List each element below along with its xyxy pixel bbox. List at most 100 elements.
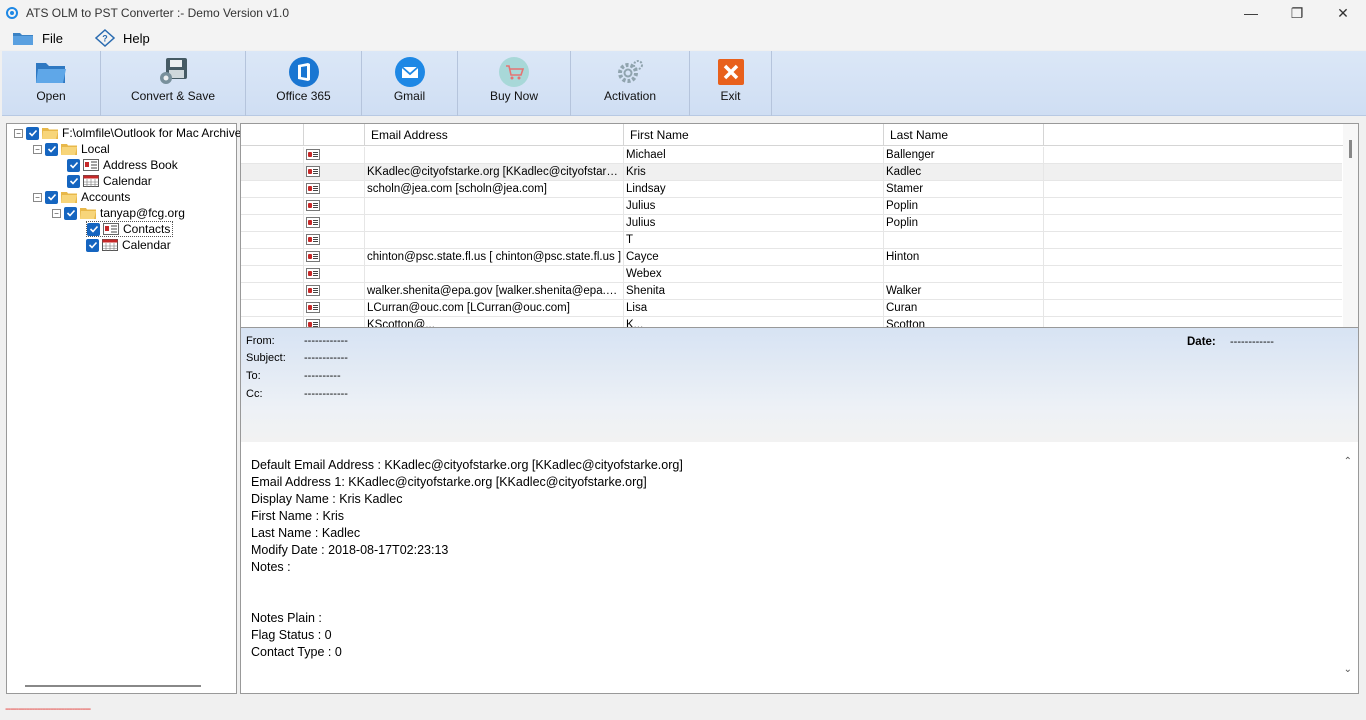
from-value: ------------ (304, 335, 348, 347)
checkbox-calendar-local[interactable] (67, 174, 80, 188)
collapse-icon[interactable]: − (33, 192, 42, 202)
toolbar: Open Convert & Save Office 365 Gmail Buy… (2, 51, 1366, 116)
office365-button[interactable]: Office 365 (246, 51, 362, 116)
gmail-label: Gmail (393, 89, 426, 103)
office365-icon (288, 56, 320, 88)
detail-line: Display Name : Kris Kadlec (251, 492, 403, 506)
cell-icon (304, 317, 365, 327)
activation-label: Activation (603, 89, 657, 103)
cc-label: Cc: (246, 388, 263, 400)
checkbox-calendar-account[interactable] (86, 238, 99, 252)
exit-icon (715, 56, 747, 88)
table-row[interactable]: Michael Ballenger (241, 147, 1342, 164)
folder-icon (61, 144, 77, 155)
scroll-up-icon[interactable]: ⌃ (1344, 456, 1352, 467)
col-header-email[interactable]: Email Address (365, 124, 624, 146)
detail-line: First Name : Kris (251, 509, 345, 523)
checkbox-root[interactable] (26, 126, 39, 140)
detail-line: Flag Status : 0 (251, 628, 332, 642)
tree-item-address-book[interactable]: Address Book (67, 157, 178, 173)
cell-first-name: K... (624, 317, 884, 327)
tree-item-calendar-local[interactable]: Calendar (67, 173, 152, 189)
tree-item-contacts[interactable]: Contacts (86, 221, 174, 237)
table-row[interactable]: LCurran@ouc.com [LCurran@ouc.com] Lisa Cur… (241, 300, 1342, 317)
maximize-button[interactable]: ❐ (1274, 0, 1320, 26)
folder-icon (61, 192, 77, 203)
table-row[interactable]: Julius Poplin (241, 215, 1342, 232)
menu-file[interactable]: File (12, 30, 63, 46)
tree-item-local[interactable]: − Local (33, 141, 110, 157)
cell-icon (304, 198, 365, 215)
close-button[interactable]: ✕ (1320, 0, 1366, 26)
tree-item-accounts[interactable]: − Accounts (33, 189, 130, 205)
tree-label-contacts: Contacts (123, 222, 171, 236)
date-value: ------------ (1230, 336, 1274, 348)
checkbox-accounts[interactable] (45, 190, 58, 204)
menu-help-label: Help (122, 30, 150, 46)
exit-button[interactable]: Exit (690, 51, 772, 116)
checkbox-contacts[interactable] (87, 222, 100, 236)
collapse-icon[interactable]: − (33, 144, 42, 154)
cell-last-name: Poplin (884, 198, 1044, 215)
table-row[interactable]: KKadlec@cityofstarke.org [KKadlec@cityof… (241, 164, 1342, 181)
gmail-button[interactable]: Gmail (362, 51, 458, 116)
collapse-icon[interactable]: − (52, 208, 61, 218)
table-row[interactable]: chinton@psc.state.fl.us [ chinton@psc.st… (241, 249, 1342, 266)
status-bar: -------------------------------- (0, 697, 1366, 720)
tree-label-root: F:\olmfile\Outlook for Mac Archive 2 (62, 126, 252, 140)
open-label: Open (36, 89, 66, 103)
scroll-down-icon[interactable]: ⌄ (1344, 664, 1352, 675)
scroll-thumb[interactable] (1349, 140, 1352, 158)
contacts-grid: Email Address First Name Last Name Micha… (240, 123, 1359, 328)
cell-blank (241, 300, 304, 317)
table-row[interactable]: scholn@jea.com [scholn@jea.com] Lindsay St… (241, 181, 1342, 198)
tree-item-account[interactable]: − tanyap@fcg.org (52, 205, 185, 221)
cell-first-name: Michael (624, 147, 884, 164)
checkbox-local[interactable] (45, 142, 58, 156)
checkbox-account[interactable] (64, 206, 77, 220)
minimize-button[interactable]: — (1228, 0, 1274, 26)
cell-blank (241, 249, 304, 266)
table-row[interactable]: walker.shenita@epa.gov [walker.shenita@e… (241, 283, 1342, 300)
cell-last-name: Poplin (884, 215, 1044, 232)
col-header-first-name[interactable]: First Name (624, 124, 884, 146)
buy-now-button[interactable]: Buy Now (458, 51, 571, 116)
cell-first-name: Webex (624, 266, 884, 283)
activation-button[interactable]: Activation (571, 51, 690, 116)
cell-last-name: Kadlec (884, 164, 1044, 181)
cell-icon (304, 300, 365, 317)
collapse-icon[interactable]: − (14, 128, 23, 138)
to-value: ---------- (304, 370, 341, 382)
cell-email: chinton@psc.state.fl.us [ chinton@psc.st… (365, 249, 624, 266)
app-icon (6, 7, 18, 19)
cell-first-name: Shenita (624, 283, 884, 300)
grid-vertical-scrollbar[interactable] (1343, 124, 1358, 327)
cell-last-name: Scotton (884, 317, 1044, 327)
buy-now-label: Buy Now (489, 89, 539, 103)
tree-label-accounts: Accounts (81, 190, 131, 204)
tree-item-calendar-account[interactable]: Calendar (86, 237, 171, 253)
checkbox-address-book[interactable] (67, 158, 80, 172)
cell-email: scholn@jea.com [scholn@jea.com] (365, 181, 624, 198)
table-row[interactable]: Webex (241, 266, 1342, 283)
table-row[interactable]: KScotton@... K... Scotton (241, 317, 1342, 327)
detail-line: Notes Plain : (251, 611, 322, 625)
gear-icon (614, 56, 646, 88)
detail-line: Last Name : Kadlec (251, 526, 361, 540)
gmail-icon (394, 56, 426, 88)
table-row[interactable]: Julius Poplin (241, 198, 1342, 215)
detail-line: Contact Type : 0 (251, 645, 342, 659)
open-button[interactable]: Open (2, 51, 101, 116)
contacts-icon (103, 223, 119, 235)
calendar-icon (83, 175, 99, 187)
table-row[interactable]: T (241, 232, 1342, 249)
convert-save-button[interactable]: Convert & Save (101, 51, 246, 116)
tree-horizontal-scrollbar[interactable] (25, 685, 201, 687)
date-label: Date: (1187, 336, 1216, 348)
grid-header: Email Address First Name Last Name (241, 124, 1345, 146)
cell-icon (304, 147, 365, 164)
col-header-last-name[interactable]: Last Name (884, 124, 1044, 146)
menu-help[interactable]: ? Help (94, 29, 150, 47)
tree-item-root[interactable]: − F:\olmfile\Outlook for Mac Archive 2 (14, 125, 251, 141)
cell-blank (241, 164, 304, 181)
